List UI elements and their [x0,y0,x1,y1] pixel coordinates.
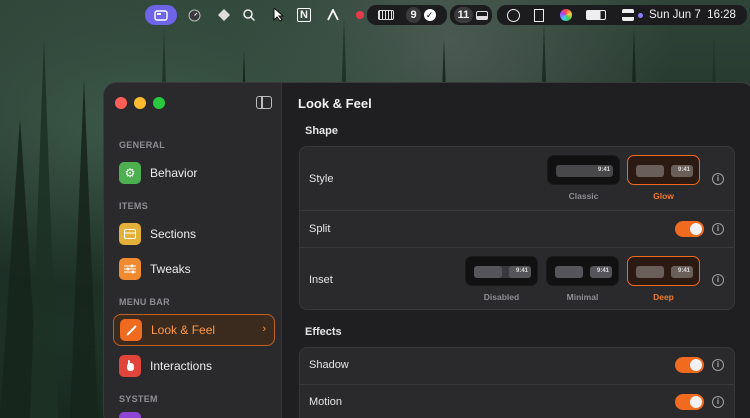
section-menu-bar: MENU BAR [119,297,170,307]
shadow-toggle[interactable] [675,357,704,373]
info-icon[interactable]: i [712,396,724,408]
badge-group[interactable]: 11 [450,5,492,25]
inset-option-label: Disabled [483,292,520,302]
split-row: Split i [300,210,734,247]
preview-bar: 9:41 [474,266,531,278]
sidebar-item-look-and-feel[interactable]: Look & Feel › [113,314,275,346]
preview-time: 9:41 [515,268,528,274]
record-icon[interactable] [353,5,367,25]
motion-toggle[interactable] [675,394,704,410]
color-wheel-icon[interactable] [560,9,572,21]
battery-icon[interactable] [586,10,606,20]
section-general: GENERAL [119,140,166,150]
system-item-icon[interactable] [119,412,141,418]
sidebar-item-label: Behavior [150,166,198,180]
gear-icon: ⚙ [119,162,141,184]
shape-group-title: Shape [305,125,339,137]
system-status-group: Sun Jun 7 16:28 [497,5,747,25]
inset-option-deep[interactable]: 9:41 [627,256,700,286]
preview-bar: 9:41 [636,266,693,278]
preview-time: 9:41 [677,167,690,173]
sliders-icon [119,258,141,280]
minimize-window-button[interactable] [134,97,146,109]
battery-bar-icon [378,10,395,20]
style-option-glow[interactable]: 9:41 [627,155,700,185]
close-window-button[interactable] [115,97,127,109]
inset-label: Inset [309,274,333,286]
notion-icon[interactable]: N [296,5,312,25]
notion-glyph: N [297,8,311,22]
preview-time: 9:41 [597,167,610,173]
settings-window: GENERAL ⚙ Behavior ITEMS Sections Tweaks… [103,82,750,418]
sidebar-item-sections[interactable]: Sections [113,219,275,249]
check-icon: ✓ [423,9,436,21]
preview-time: 9:41 [677,268,690,274]
chevron-right-icon: › [262,323,266,335]
page-title: Look & Feel [298,96,372,111]
split-label: Split [309,223,331,235]
preview-bar: 9:41 [555,266,612,278]
sidebar-item-label: Tweaks [150,262,191,276]
motion-row: Motion i [300,384,734,418]
section-items: ITEMS [119,201,149,211]
sidebar-toggle-icon[interactable] [256,96,272,109]
preview-bar: 9:41 [556,165,613,177]
section-system: SYSTEM [119,394,158,404]
inset-option-label: Minimal [566,292,599,302]
window-icon [476,10,489,20]
inset-row: Inset 9:41 Disabled 9:41 Minimal 9:41 De… [300,247,734,311]
motion-label: Motion [309,396,343,408]
effects-card: Shadow i Motion i [299,347,735,418]
info-icon[interactable]: i [712,359,724,371]
brush-icon [120,319,142,341]
info-icon[interactable]: i [712,173,724,185]
sidebar-item-label: Look & Feel [151,323,216,337]
file-icon[interactable] [534,8,544,22]
menu-bar: N 9 ✓ 11 Sun Jun 7 16:28 [0,0,750,30]
zoom-window-button[interactable] [153,97,165,109]
badge-eleven: 11 [453,7,474,23]
shape-card: Style 9:41 Classic 9:41 Glow i Split i I… [299,146,735,310]
siri-dot-icon[interactable] [638,12,643,18]
style-option-classic[interactable]: 9:41 [547,155,620,185]
sidebar-item-label: Interactions [150,359,213,373]
main-content: Look & Feel Shape Style 9:41 Classic 9:4… [283,83,750,418]
menubar-app-icon[interactable] [145,5,177,25]
inset-option-label: Deep [653,292,674,302]
shadow-row: Shadow i [300,348,734,384]
info-icon[interactable]: i [712,274,724,286]
airdrop-icon[interactable] [507,8,520,22]
preview-bar: 9:41 [636,165,693,177]
control-center-icon[interactable] [622,9,634,21]
preview-time: 9:41 [596,268,609,274]
sidebar-item-label: Sections [150,227,197,241]
cursor-icon [270,5,288,25]
hand-icon [119,355,141,377]
notch-count-badge: 9 [406,7,421,23]
search-icon[interactable] [241,5,257,25]
sidebar: GENERAL ⚙ Behavior ITEMS Sections Tweaks… [104,83,282,418]
shadow-label: Shadow [309,359,349,371]
sections-icon [119,223,141,245]
inset-option-minimal[interactable]: 9:41 [546,256,619,286]
style-label: Style [309,173,334,185]
sidebar-item-behavior[interactable]: ⚙ Behavior [113,158,275,188]
navigation-icon[interactable] [216,5,232,25]
style-option-label: Glow [653,191,674,201]
style-option-label: Classic [568,191,599,201]
sidebar-item-interactions[interactable]: Interactions [113,351,275,381]
inset-option-disabled[interactable]: 9:41 [465,256,538,286]
sidebar-item-tweaks[interactable]: Tweaks [113,254,275,284]
effects-group-title: Effects [305,326,342,338]
info-icon[interactable]: i [712,223,724,235]
menubar-clock[interactable]: Sun Jun 7 16:28 [649,9,736,21]
split-toggle[interactable] [675,221,704,237]
accessibility-icon[interactable] [325,5,341,25]
clock-app-icon[interactable] [186,5,202,25]
style-row: Style 9:41 Classic 9:41 Glow i [300,147,734,210]
status-group[interactable]: 9 ✓ [367,5,447,25]
